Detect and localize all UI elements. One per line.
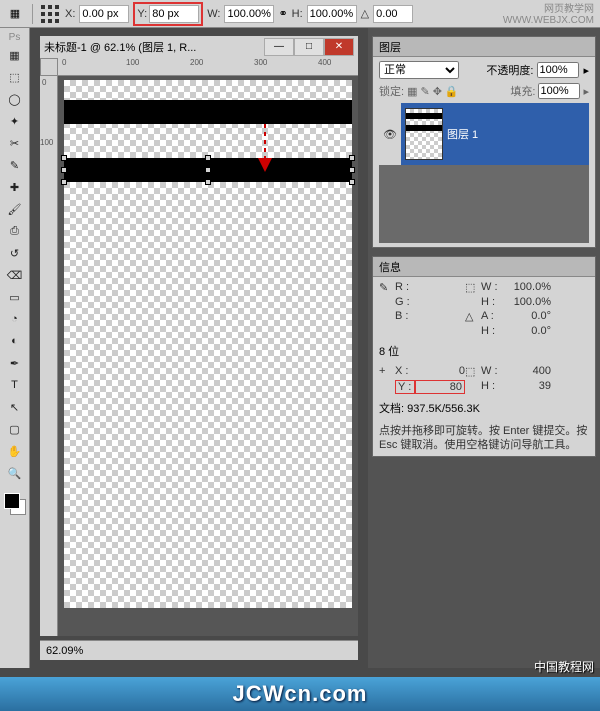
annotation-arrow — [264, 124, 266, 170]
toolbox: Ps ▦ ⬚ ◯ ✦ ✂ ✎ ✚ 🖌 ⎙ ↺ ⌫ ▭ ◔ ◐ ✒ T ↖ ▢ ✋… — [0, 28, 30, 668]
doc-size-label: 文档: — [379, 403, 404, 415]
blend-mode-select[interactable]: 正常 — [379, 61, 459, 79]
layers-panel-tab[interactable]: 图层 — [373, 37, 595, 57]
ruler-corner — [40, 58, 58, 76]
brush-tool[interactable]: 🖌 — [4, 199, 26, 219]
opacity-flyout-icon[interactable]: ▸ — [583, 64, 589, 77]
y-input[interactable] — [149, 5, 199, 23]
color-swatch[interactable] — [2, 491, 28, 517]
history-brush-tool[interactable]: ↺ — [4, 243, 26, 263]
type-tool[interactable]: T — [4, 375, 26, 395]
document-titlebar: 未标题-1 @ 62.1% (图层 1, R... — □ ✕ — [40, 36, 358, 58]
info-hint: 点按并拖移即可旋转。按 Enter 键提交。按 Esc 键取消。使用空格键访问导… — [379, 424, 589, 452]
layer-visibility-icon[interactable]: 👁 — [379, 103, 401, 165]
marquee-tool[interactable]: ⬚ — [4, 67, 26, 87]
document-title: 未标题-1 @ 62.1% (图层 1, R... — [44, 39, 264, 55]
dodge-tool[interactable]: ◐ — [4, 331, 26, 351]
original-bar — [64, 100, 352, 124]
layers-panel: 图层 正常 不透明度: ▸ 锁定: ▦ ✎ ✥ 🔒 填充: ▸ — [372, 36, 596, 248]
info-panel-tab[interactable]: 信息 — [373, 257, 595, 277]
opacity-label: 不透明度: — [486, 62, 533, 78]
dimensions-icon: ⬚ — [465, 365, 481, 378]
color-mode-icon: ✎ — [379, 281, 395, 294]
opacity-input[interactable] — [537, 62, 579, 78]
watermark-url: JCWcn.com — [0, 677, 600, 711]
minimize-button[interactable]: — — [264, 38, 294, 56]
heal-tool[interactable]: ✚ — [4, 177, 26, 197]
blur-tool[interactable]: ◔ — [4, 309, 26, 329]
crop-tool[interactable]: ✂ — [4, 133, 26, 153]
site-logo-top: 网页教学网 WWW.WEBJX.COM — [503, 4, 594, 26]
ps-logo-icon: Ps — [9, 32, 21, 43]
x-label: X: — [65, 8, 75, 20]
gradient-tool[interactable]: ▭ — [4, 287, 26, 307]
close-button[interactable]: ✕ — [324, 38, 354, 56]
layer-name[interactable]: 图层 1 — [447, 126, 478, 142]
layer-thumbnail[interactable] — [405, 108, 443, 160]
fill-flyout-icon[interactable]: ▸ — [583, 85, 589, 98]
bit-depth: 8 位 — [379, 343, 589, 359]
transform-tool-icon[interactable]: ▦ — [4, 3, 26, 25]
document-body: 0 100 200 300 400 0 100 — [40, 58, 358, 636]
link-icon[interactable]: ⚭ — [278, 7, 287, 20]
lasso-tool[interactable]: ◯ — [4, 89, 26, 109]
h-label: H: — [292, 8, 303, 20]
lock-move-icon[interactable]: ✥ — [433, 85, 442, 98]
zoom-status: 62.09% — [40, 640, 358, 660]
y-highlight-box: Y: — [133, 2, 203, 26]
lock-label: 锁定: — [379, 83, 404, 99]
y-label: Y: — [137, 8, 147, 20]
w-input[interactable] — [224, 5, 274, 23]
position-icon: + — [379, 365, 395, 378]
move-tool[interactable]: ▦ — [4, 45, 26, 65]
size-icon: ⬚ — [465, 281, 481, 294]
angle-icon: △ — [465, 310, 481, 323]
stamp-tool[interactable]: ⎙ — [4, 221, 26, 241]
hand-tool[interactable]: ✋ — [4, 441, 26, 461]
info-panel: 信息 ✎R : ⬚W :100.0% G : H :100.0% B : △A … — [372, 256, 596, 457]
options-bar: ▦ X: Y: W: ⚭ H: △ 网页教学网 WWW.WEBJX.COM — [0, 0, 600, 28]
fill-label: 填充: — [510, 83, 535, 99]
eyedropper-tool[interactable]: ✎ — [4, 155, 26, 175]
lock-brush-icon[interactable]: ✎ — [420, 85, 429, 98]
layer-row[interactable]: 👁 图层 1 — [379, 103, 589, 165]
x-input[interactable] — [79, 5, 129, 23]
transformed-bar[interactable] — [64, 158, 352, 182]
angle-input[interactable] — [373, 5, 413, 23]
fill-input[interactable] — [538, 83, 580, 99]
doc-size-value: 937.5K/556.3K — [407, 403, 480, 415]
angle-label: △ — [361, 7, 369, 20]
layer-list: 👁 图层 1 — [379, 103, 589, 243]
reference-point-icon[interactable] — [39, 3, 61, 25]
pen-tool[interactable]: ✒ — [4, 353, 26, 373]
path-select-tool[interactable]: ↖ — [4, 397, 26, 417]
shape-tool[interactable]: ▢ — [4, 419, 26, 439]
zoom-tool[interactable]: 🔍 — [4, 463, 26, 483]
ruler-left: 0 100 — [40, 76, 58, 636]
h-input[interactable] — [307, 5, 357, 23]
eraser-tool[interactable]: ⌫ — [4, 265, 26, 285]
lock-pixels-icon[interactable]: ▦ — [407, 85, 417, 98]
canvas[interactable] — [64, 80, 352, 608]
ruler-top: 0 100 200 300 400 — [58, 58, 358, 76]
maximize-button[interactable]: □ — [294, 38, 324, 56]
w-label: W: — [207, 8, 220, 20]
lock-all-icon[interactable]: 🔒 — [445, 85, 459, 98]
wand-tool[interactable]: ✦ — [4, 111, 26, 131]
info-y-value: 80 — [415, 380, 465, 394]
watermark-cn: 中国教程网 — [534, 658, 594, 675]
